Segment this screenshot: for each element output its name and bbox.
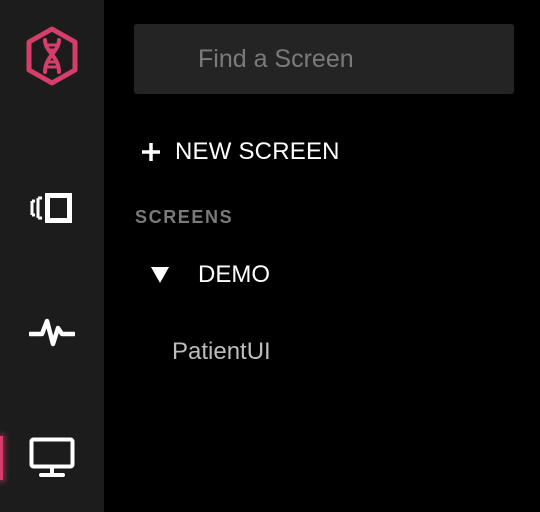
new-screen-label: NEW SCREEN: [175, 138, 340, 165]
screens-section-heading: SCREENS: [135, 207, 234, 227]
monitor-icon: [29, 437, 75, 477]
logo[interactable]: [0, 24, 104, 88]
panels-icon: [30, 193, 72, 223]
screen-item-patientui[interactable]: PatientUI: [172, 332, 271, 372]
app-window: NEW SCREEN SCREENS DEMO PatientUI: [0, 0, 540, 512]
plus-icon: [134, 130, 170, 174]
sidebar-item-screens[interactable]: [0, 426, 104, 490]
heartbeat-icon: [29, 318, 75, 347]
dna-hexagon-icon: [26, 26, 78, 86]
sidebar-item-panels[interactable]: [0, 176, 104, 240]
caret-down-icon: [134, 254, 198, 296]
sidebar: [0, 0, 104, 512]
new-screen-button[interactable]: NEW SCREEN: [134, 130, 340, 174]
search-input[interactable]: [134, 24, 514, 94]
screen-group-demo[interactable]: DEMO: [134, 254, 270, 296]
sidebar-item-activity[interactable]: [0, 300, 104, 364]
screen-group-label: DEMO: [198, 261, 270, 288]
